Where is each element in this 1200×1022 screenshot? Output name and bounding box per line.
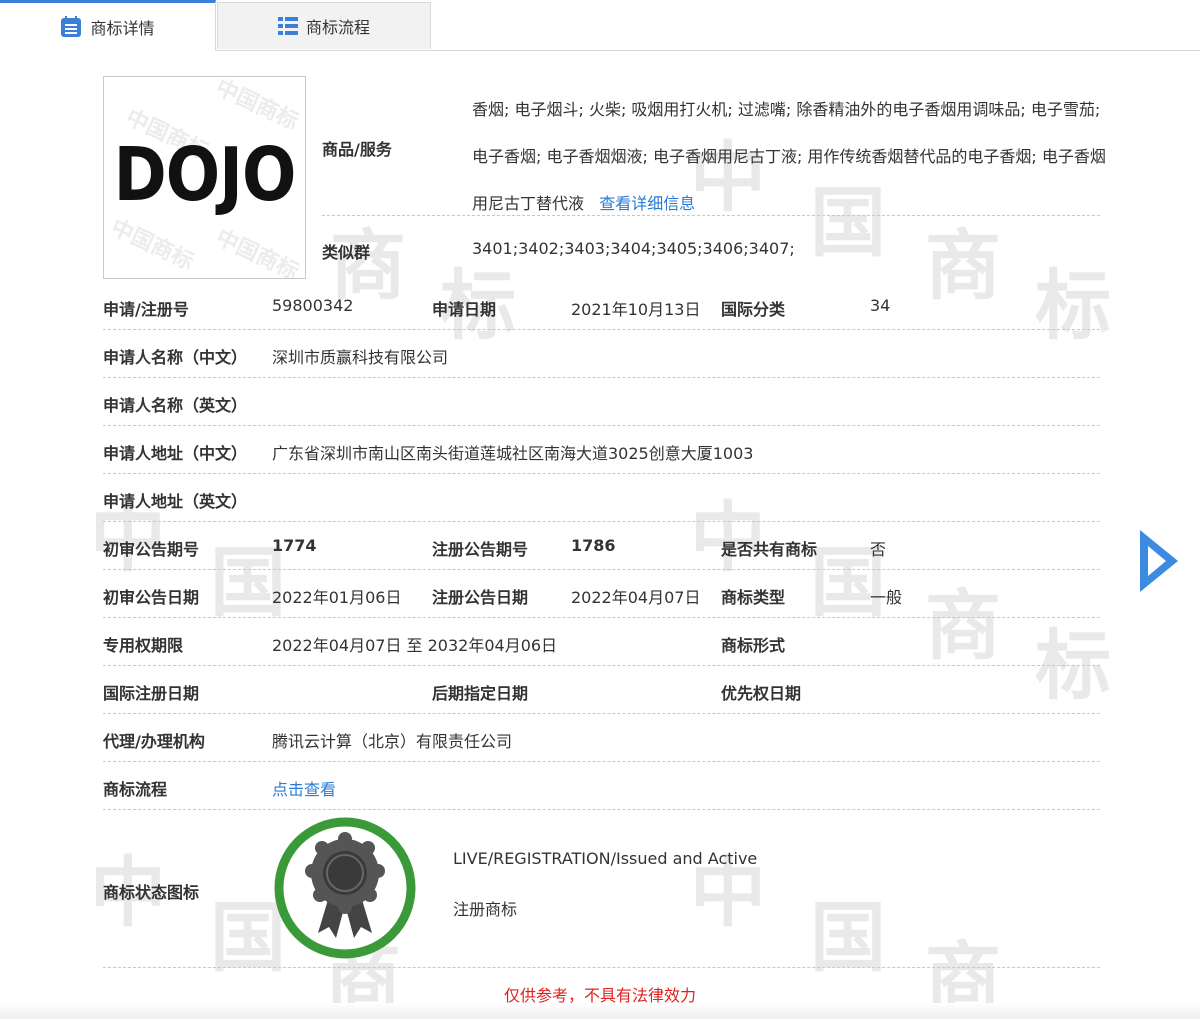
trademark-logo-text: DOJO	[113, 133, 297, 219]
agent-value: 腾讯云计算（北京）有限责任公司	[272, 732, 513, 751]
document-list-icon	[60, 16, 82, 38]
similar-group-value: 3401;3402;3403;3404;3405;3406;3407;	[472, 239, 795, 258]
exclusive-value: 2022年04月07日 至 2032年04月06日	[272, 636, 558, 655]
prelim-date-value: 2022年01月06日	[272, 588, 402, 607]
status-en: LIVE/REGISTRATION/Issued and Active	[453, 849, 758, 868]
tm-form-label: 商标形式	[721, 636, 786, 655]
view-details-link[interactable]: 查看详细信息	[599, 194, 695, 213]
logo-watermark: 中国商标	[211, 76, 303, 136]
list-icon	[277, 16, 298, 36]
later-date-label: 后期指定日期	[432, 684, 529, 703]
divider	[103, 967, 1100, 968]
divider	[103, 425, 1100, 426]
tab-label: 商标详情	[90, 19, 155, 38]
prelim-issue-label: 初审公告期号	[103, 540, 200, 559]
intl-class-value: 34	[870, 296, 891, 315]
applicant-cn-value: 深圳市质赢科技有限公司	[272, 348, 449, 367]
shared-value: 否	[870, 540, 887, 559]
bottom-fade	[0, 1003, 1200, 1019]
reg-date-value: 2022年04月07日	[571, 588, 701, 607]
divider	[103, 761, 1100, 762]
watermark-char: 商	[925, 581, 1001, 670]
status-cn: 注册商标	[453, 900, 518, 919]
divider	[103, 665, 1100, 666]
goods-label: 商品/服务	[322, 140, 392, 159]
intl-class-label: 国际分类	[721, 300, 786, 319]
divider	[103, 473, 1100, 474]
process-label: 商标流程	[103, 780, 168, 799]
agent-label: 代理/办理机构	[103, 732, 205, 751]
divider	[103, 521, 1100, 522]
goods-text: 香烟; 电子烟斗; 火柴; 吸烟用打火机; 过滤嘴; 除香精油外的电子香烟用调味…	[472, 100, 1106, 213]
tab-bar: 商标详情 商标流程	[0, 0, 1200, 51]
tab-trademark-process[interactable]: 商标流程	[217, 2, 431, 49]
registration-seal-icon	[274, 817, 416, 963]
reg-issue-label: 注册公告期号	[432, 540, 529, 559]
intl-reg-date-label: 国际注册日期	[103, 684, 200, 703]
divider	[103, 809, 1100, 810]
tab-label: 商标流程	[305, 18, 370, 37]
tm-type-label: 商标类型	[721, 588, 786, 607]
address-en-label: 申请人地址（英文）	[103, 492, 248, 511]
app-date-value: 2021年10月13日	[571, 300, 701, 319]
divider	[103, 713, 1100, 714]
address-cn-label: 申请人地址（中文）	[103, 444, 248, 463]
divider	[103, 377, 1100, 378]
priority-date-label: 优先权日期	[721, 684, 802, 703]
goods-value: 香烟; 电子烟斗; 火柴; 吸烟用打火机; 过滤嘴; 除香精油外的电子香烟用调味…	[472, 86, 1112, 227]
applicant-en-label: 申请人名称（英文）	[103, 396, 248, 415]
exclusive-label: 专用权期限	[103, 636, 184, 655]
watermark-char: 国	[810, 893, 886, 982]
status-label: 商标状态图标	[103, 883, 200, 902]
watermark-char: 标	[1035, 621, 1111, 710]
logo-watermark: 中国商标	[106, 215, 198, 276]
watermark-char: 标	[1035, 261, 1111, 350]
shared-label: 是否共有商标	[721, 540, 818, 559]
prelim-issue-value: 1774	[272, 536, 317, 555]
next-arrow-inner	[1148, 546, 1166, 576]
reg-no-value: 59800342	[272, 296, 354, 315]
divider	[103, 569, 1100, 570]
watermark-char: 商	[925, 221, 1001, 310]
divider	[103, 329, 1100, 330]
address-cn-value: 广东省深圳市南山区南头街道莲城社区南海大道3025创意大厦1003	[272, 444, 754, 463]
logo-watermark: 中国商标	[211, 225, 303, 279]
app-date-label: 申请日期	[432, 300, 497, 319]
divider	[322, 215, 1100, 216]
view-process-link[interactable]: 点击查看	[272, 776, 336, 800]
divider	[103, 617, 1100, 618]
tm-type-value: 一般	[870, 588, 903, 607]
applicant-cn-label: 申请人名称（中文）	[103, 348, 248, 367]
reg-issue-value: 1786	[571, 536, 616, 555]
tab-trademark-detail[interactable]: 商标详情	[0, 0, 216, 51]
reg-no-label: 申请/注册号	[103, 300, 189, 319]
similar-group-label: 类似群	[322, 243, 371, 262]
prelim-date-label: 初审公告日期	[103, 588, 200, 607]
watermark-char: 国	[210, 538, 286, 627]
reg-date-label: 注册公告日期	[432, 588, 529, 607]
trademark-logo: 中国商标 中国商标 中国商标 中国商标 DOJO	[103, 76, 306, 279]
